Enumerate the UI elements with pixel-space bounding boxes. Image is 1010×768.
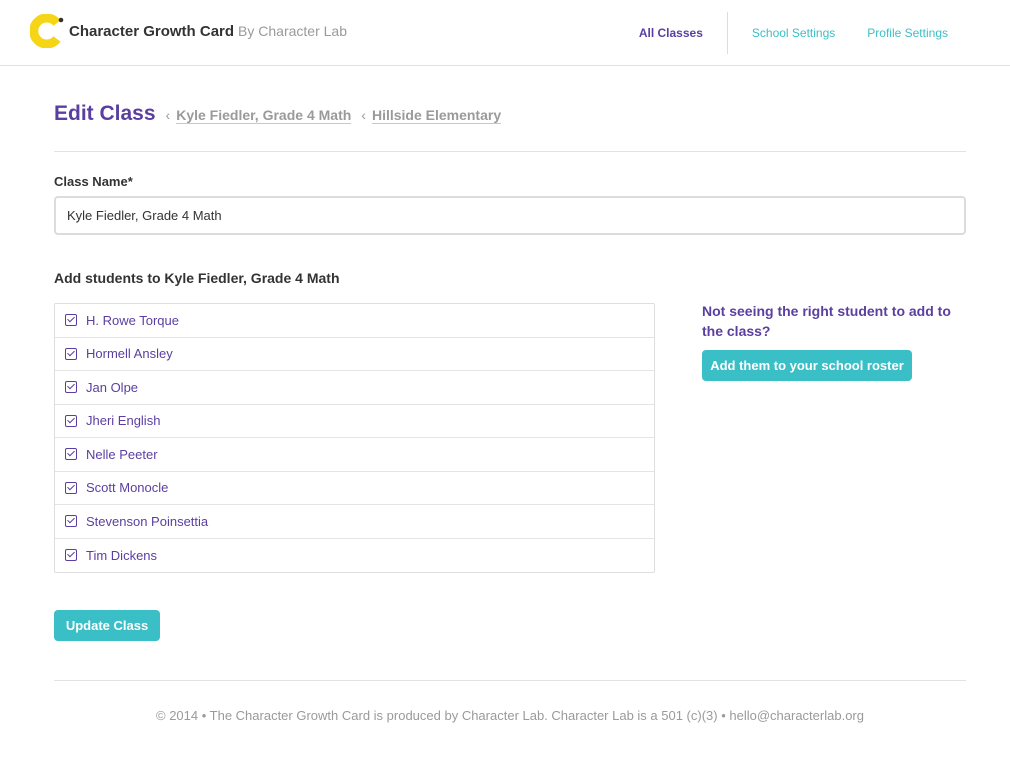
student-row[interactable]: Tim Dickens xyxy=(55,539,654,573)
brand-byline: By Character Lab xyxy=(238,23,347,39)
student-row[interactable]: Nelle Peeter xyxy=(55,438,654,472)
student-name: Jheri English xyxy=(86,413,161,429)
footer-text: © 2014 • The Character Growth Card is pr… xyxy=(156,708,864,723)
top-nav: All Classes School Settings Profile Sett… xyxy=(623,0,964,66)
update-class-button[interactable]: Update Class xyxy=(54,610,160,641)
student-row[interactable]: H. Rowe Torque xyxy=(55,304,654,338)
footer-divider xyxy=(54,680,966,681)
breadcrumb-separator: ‹ xyxy=(361,107,366,123)
student-row[interactable]: Scott Monocle xyxy=(55,472,654,505)
app-header: Character Growth Card By Character Lab Al… xyxy=(0,0,1010,66)
character-lab-logo-icon[interactable] xyxy=(30,14,64,48)
student-row[interactable]: Jheri English xyxy=(55,405,654,438)
student-name: Hormell Ansley xyxy=(86,346,173,362)
student-checkbox[interactable] xyxy=(65,347,77,360)
nav-school-settings[interactable]: School Settings xyxy=(736,12,851,54)
student-list: H. Rowe Torque Hormell Ansley Jan Olpe Jher… xyxy=(54,303,655,573)
class-name-label: Class Name* xyxy=(54,174,133,189)
student-checkbox[interactable] xyxy=(65,515,77,528)
brand-title[interactable]: Character Growth Card By Character Lab xyxy=(69,23,347,40)
student-row[interactable]: Stevenson Poinsettia xyxy=(55,505,654,539)
student-name: Tim Dickens xyxy=(86,547,158,563)
student-checkbox[interactable] xyxy=(65,549,77,562)
nav-profile-settings[interactable]: Profile Settings xyxy=(851,12,964,54)
add-to-roster-button[interactable]: Add them to your school roster xyxy=(702,350,912,381)
page-title: Edit Class xyxy=(54,102,156,125)
student-checkbox[interactable] xyxy=(65,381,77,394)
student-checkbox[interactable] xyxy=(65,481,77,494)
brand-name: Character Growth Card xyxy=(69,23,235,40)
title-bar: Edit Class ‹ Kyle Fiedler, Grade 4 Math … xyxy=(54,102,966,152)
student-name: Nelle Peeter xyxy=(86,446,158,462)
student-name: Stevenson Poinsettia xyxy=(86,513,209,529)
student-name: Jan Olpe xyxy=(86,379,139,395)
student-checkbox[interactable] xyxy=(65,448,77,461)
student-row[interactable]: Jan Olpe xyxy=(55,371,654,405)
nav-all-classes[interactable]: All Classes xyxy=(623,12,728,54)
student-name: Scott Monocle xyxy=(86,480,169,496)
student-checkbox[interactable] xyxy=(65,314,77,327)
missing-student-prompt: Not seeing the right student to add to t… xyxy=(702,303,951,339)
student-row[interactable]: Hormell Ansley xyxy=(55,338,654,371)
footer: © 2014 • The Character Growth Card is pr… xyxy=(0,708,1010,723)
students-heading: Add students to Kyle Fiedler, Grade 4 Ma… xyxy=(54,270,340,286)
breadcrumb-class[interactable]: Kyle Fiedler, Grade 4 Math xyxy=(176,107,352,124)
student-name: H. Rowe Torque xyxy=(86,312,179,328)
breadcrumb-school[interactable]: Hillside Elementary xyxy=(371,107,502,124)
class-name-input[interactable] xyxy=(54,196,966,235)
breadcrumb-separator: ‹ xyxy=(165,107,171,123)
student-checkbox[interactable] xyxy=(65,414,77,427)
